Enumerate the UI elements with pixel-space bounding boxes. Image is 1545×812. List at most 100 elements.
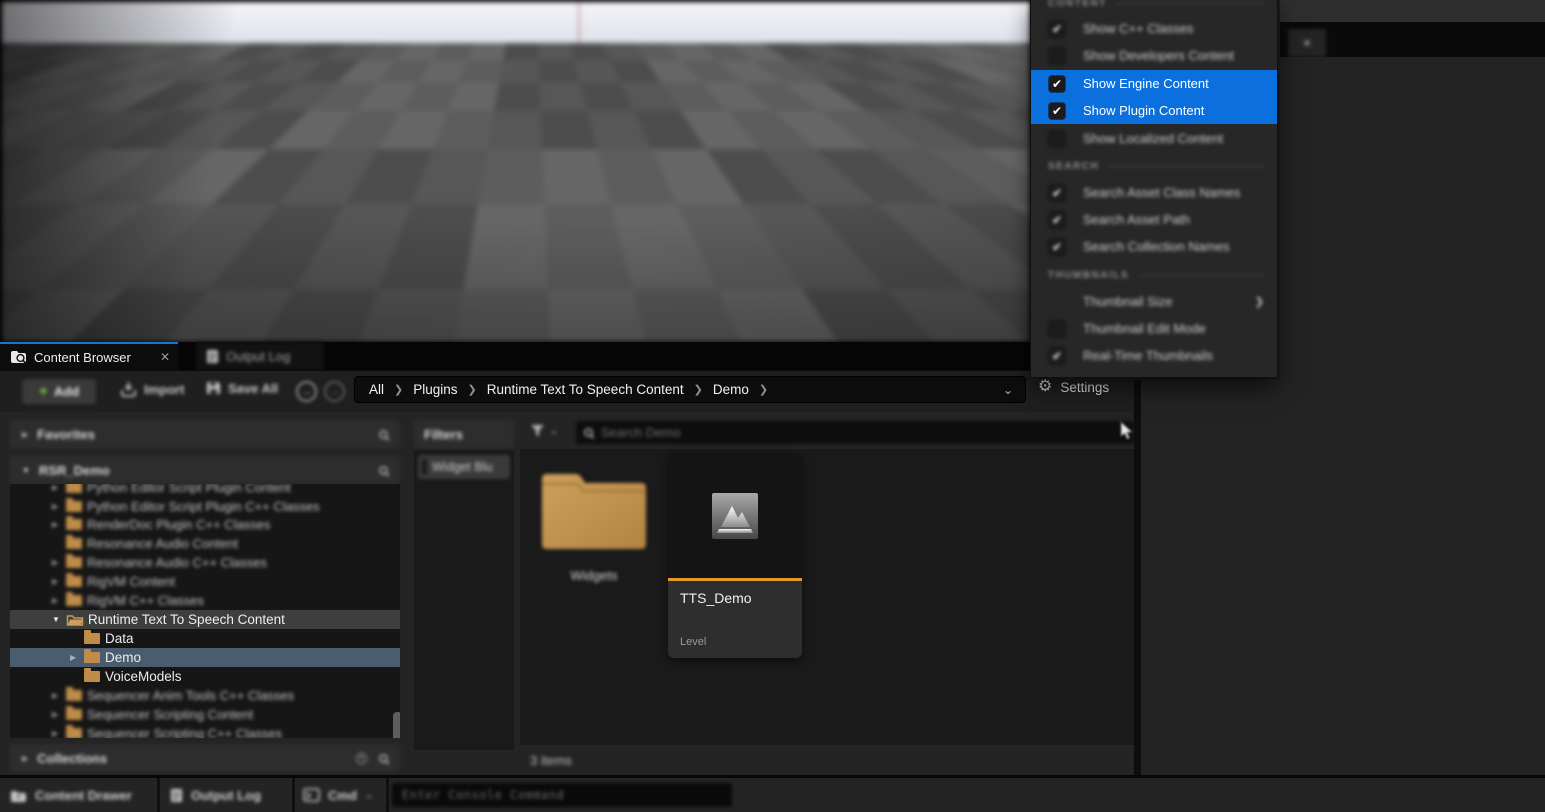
folder-icon xyxy=(84,671,100,682)
close-icon[interactable]: ✕ xyxy=(160,350,170,364)
close-icon[interactable]: ✕ xyxy=(1302,37,1311,50)
forward-arrow-icon: → xyxy=(329,386,340,398)
console-command-box[interactable] xyxy=(392,783,732,807)
search-icon[interactable] xyxy=(379,754,388,763)
menu-item-search-collection-names[interactable]: ✔ Search Collection Names xyxy=(1031,233,1277,260)
chevron-collapsed-icon: ▶ xyxy=(22,754,28,763)
expander-icon[interactable]: ▶ xyxy=(52,502,66,511)
breadcrumb-plugins[interactable]: Plugins xyxy=(413,382,457,397)
menu-item-search-asset-class-names[interactable]: ✔ Search Asset Class Names xyxy=(1031,179,1277,206)
search-icon[interactable] xyxy=(379,466,388,475)
search-icon[interactable] xyxy=(379,430,388,439)
menu-item-show-developers-content[interactable]: Show Developers Content xyxy=(1031,42,1277,69)
search-input[interactable] xyxy=(601,425,1126,440)
breadcrumb[interactable]: All ❯ Plugins ❯ Runtime Text To Speech C… xyxy=(354,376,1026,403)
save-all-button[interactable]: Save All xyxy=(206,381,278,396)
tree-scrollbar[interactable] xyxy=(393,712,400,738)
collections-header[interactable]: ▶ Collections xyxy=(10,744,400,772)
content-drawer-button[interactable]: Content Drawer xyxy=(10,778,132,812)
expander-icon[interactable]: ▶ xyxy=(52,577,66,586)
filter-chip-widget-blueprint[interactable]: Widget Blu xyxy=(418,455,510,479)
forward-button[interactable]: → xyxy=(324,381,345,402)
settings-button[interactable]: ⚙ Settings xyxy=(1038,379,1109,395)
expander-icon[interactable]: ▶ xyxy=(52,484,66,492)
tab-output-log[interactable]: Output Log xyxy=(196,342,324,370)
expander-icon[interactable]: ▶ xyxy=(70,653,84,662)
checkbox-checked-icon: ✔ xyxy=(1048,238,1066,256)
console-input[interactable] xyxy=(402,788,722,802)
filters-header: Filters xyxy=(414,420,514,448)
favorites-header[interactable]: ▶ Favorites xyxy=(10,420,400,448)
breadcrumb-dropdown-icon[interactable]: ⌄ xyxy=(1003,383,1013,397)
expander-icon[interactable]: ▶ xyxy=(52,558,66,567)
menu-section-content: CONTENT xyxy=(1031,0,1277,13)
checkbox-checked-icon: ✔ xyxy=(1048,184,1066,202)
breadcrumb-demo[interactable]: Demo xyxy=(713,382,749,397)
checkbox-checked-icon: ✔ xyxy=(1048,102,1066,120)
menu-item-show-engine-content[interactable]: ✔ Show Engine Content xyxy=(1031,70,1277,97)
level-viewport[interactable]: Z Y xyxy=(0,0,1030,342)
asset-search-row: ⌄ xyxy=(520,412,1134,449)
breadcrumb-runtime-tts-content[interactable]: Runtime Text To Speech Content xyxy=(487,382,684,397)
menu-item-show-plugin-content[interactable]: ✔ Show Plugin Content xyxy=(1031,97,1277,124)
asset-type-label: Level xyxy=(680,636,706,648)
expander-icon[interactable]: ▶ xyxy=(52,729,66,738)
statusbar-divider xyxy=(386,778,389,812)
menu-item-thumbnail-size[interactable]: Thumbnail Size ❯ xyxy=(1031,288,1277,315)
sidebar-item-python-editor-script-plugin-content[interactable]: ▶ Python Editor Script Plugin Content xyxy=(10,484,400,497)
asset-title: TTS_Demo xyxy=(680,590,802,606)
import-button[interactable]: Import xyxy=(120,381,184,397)
sidebar-item-rigvm-content[interactable]: ▶ RigVM Content xyxy=(10,572,400,591)
asset-folder-widgets[interactable]: Widgets xyxy=(538,467,650,583)
checkbox-checked-icon: ✔ xyxy=(1048,347,1066,365)
asset-card-tts-demo[interactable]: TTS_Demo Level xyxy=(668,453,802,658)
expander-icon[interactable]: ▶ xyxy=(52,596,66,605)
checkbox-unchecked-icon xyxy=(1048,320,1066,338)
menu-item-show-localized-content[interactable]: Show Localized Content xyxy=(1031,125,1277,152)
add-button[interactable]: + Add xyxy=(22,379,96,404)
sidebar-item-rigvm-cpp[interactable]: ▶ RigVM C++ Classes xyxy=(10,591,400,610)
output-log-button[interactable]: Output Log xyxy=(170,778,261,812)
content-drawer-icon xyxy=(10,788,27,803)
right-bottom-panel xyxy=(1141,380,1545,775)
asset-search-box[interactable] xyxy=(576,421,1134,444)
expander-icon[interactable]: ▼ xyxy=(52,615,66,624)
menu-item-thumbnail-edit-mode[interactable]: Thumbnail Edit Mode xyxy=(1031,315,1277,342)
expander-icon[interactable]: ▶ xyxy=(52,520,66,529)
add-collection-icon[interactable] xyxy=(356,753,367,764)
folder-icon xyxy=(66,519,82,530)
checkbox-unchecked-icon xyxy=(1048,130,1066,148)
folder-icon xyxy=(66,501,82,512)
expander-icon[interactable]: ▶ xyxy=(52,710,66,719)
sidebar-item-demo[interactable]: ▶ Demo xyxy=(10,648,400,667)
breadcrumb-all[interactable]: All xyxy=(369,382,384,397)
sidebar-item-python-editor-script-plugin-cpp[interactable]: ▶ Python Editor Script Plugin C++ Classe… xyxy=(10,497,400,516)
cmd-selector[interactable]: Cmd ⌄ xyxy=(303,778,373,812)
folder-tree: ▶ Python Editor Script Plugin Content ▶ … xyxy=(10,484,400,738)
menu-item-search-asset-path[interactable]: ✔ Search Asset Path xyxy=(1031,206,1277,233)
sidebar-item-voicemodels[interactable]: VoiceModels xyxy=(10,667,400,686)
expander-icon[interactable]: ▶ xyxy=(52,691,66,700)
menu-section-search: SEARCH xyxy=(1031,156,1277,176)
sidebar-item-sequencer-scripting-content[interactable]: ▶ Sequencer Scripting Content xyxy=(10,705,400,724)
sidebar-item-resonance-audio-cpp[interactable]: ▶ Resonance Audio C++ Classes xyxy=(10,553,400,572)
right-top-panel: ✕ xyxy=(1280,0,1545,380)
sidebar-item-resonance-audio-content[interactable]: Resonance Audio Content xyxy=(10,534,400,553)
sidebar-item-data[interactable]: Data xyxy=(10,629,400,648)
sidebar-item-renderdoc-plugin-cpp[interactable]: ▶ RenderDoc Plugin C++ Classes xyxy=(10,515,400,534)
folder-icon xyxy=(66,538,82,549)
collapsed-tab[interactable]: ✕ xyxy=(1288,29,1326,57)
tab-content-browser[interactable]: Content Browser ✕ xyxy=(0,342,178,370)
menu-item-show-cpp-classes[interactable]: ✔ Show C++ Classes xyxy=(1031,15,1277,42)
back-button[interactable]: → xyxy=(296,381,317,402)
menu-item-real-time-thumbnails[interactable]: ✔ Real-Time Thumbnails xyxy=(1031,342,1277,369)
sidebar-item-sequencer-anim-tools-cpp[interactable]: ▶ Sequencer Anim Tools C++ Classes xyxy=(10,686,400,705)
filter-menu-button[interactable]: ⌄ xyxy=(530,424,558,438)
sidebar-item-sequencer-scripting-cpp[interactable]: ▶ Sequencer Scripting C++ Classes xyxy=(10,724,400,738)
sidebar-item-runtime-text-to-speech-content[interactable]: ▼ Runtime Text To Speech Content xyxy=(10,610,400,629)
window-toolbar-strip xyxy=(1280,0,1545,22)
sources-root-header[interactable]: ▼ RSR_Demo xyxy=(10,456,400,484)
gear-icon: ⚙ xyxy=(1038,379,1052,395)
content-browser-settings-menu: CONTENT ✔ Show C++ Classes Show Develope… xyxy=(1030,0,1278,378)
chevron-right-icon: ❯ xyxy=(759,383,768,396)
